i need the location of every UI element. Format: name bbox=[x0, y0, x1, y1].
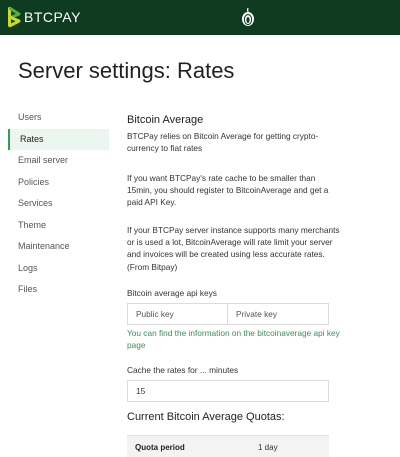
settings-sidebar: Users Rates Email server Policies Servic… bbox=[8, 107, 109, 301]
api-key-advice-paragraph: If you want BTCPay's rate cache to be sm… bbox=[127, 173, 329, 208]
sidebar-item-maintenance[interactable]: Maintenance bbox=[8, 236, 109, 258]
btcpay-logo-icon bbox=[8, 6, 21, 28]
description-paragraph: BTCPay relies on Bitcoin Average for get… bbox=[127, 131, 319, 154]
cache-minutes-label: Cache the rates for ... minutes bbox=[127, 365, 239, 375]
logo-text: BTCPAY bbox=[24, 9, 81, 25]
sidebar-item-logs[interactable]: Logs bbox=[8, 258, 109, 280]
sidebar-item-services[interactable]: Services bbox=[8, 193, 109, 215]
private-key-input[interactable] bbox=[228, 303, 329, 325]
rate-limit-warning-paragraph: If your BTCPay server instance supports … bbox=[127, 225, 340, 272]
api-key-hint: You can find the information on the bitc… bbox=[127, 327, 342, 351]
btcpay-logo[interactable]: BTCPAY bbox=[7, 6, 81, 28]
section-title: Bitcoin Average bbox=[127, 114, 204, 126]
sidebar-item-theme[interactable]: Theme bbox=[8, 215, 109, 237]
sidebar-item-users[interactable]: Users bbox=[8, 107, 109, 129]
quota-period-value: 1 day bbox=[258, 443, 278, 452]
sidebar-item-rates[interactable]: Rates bbox=[8, 128, 109, 150]
public-key-input[interactable] bbox=[127, 303, 228, 325]
cache-minutes-input[interactable] bbox=[127, 380, 329, 402]
top-navbar: BTCPAY bbox=[0, 0, 400, 35]
page-title: Server settings: Rates bbox=[18, 58, 235, 83]
sidebar-item-files[interactable]: Files bbox=[8, 279, 109, 301]
quotas-table: Quota period 1 day bbox=[127, 435, 329, 457]
quota-period-header: Quota period bbox=[135, 443, 185, 452]
api-keys-label: Bitcoin average api keys bbox=[127, 288, 217, 298]
tor-onion-icon[interactable] bbox=[241, 7, 255, 32]
api-keys-input-group bbox=[127, 303, 329, 325]
sidebar-item-email-server[interactable]: Email server bbox=[8, 150, 109, 172]
quotas-title: Current Bitcoin Average Quotas: bbox=[127, 411, 285, 423]
api-key-hint-text: You can find the information on the bbox=[127, 328, 258, 338]
sidebar-item-policies[interactable]: Policies bbox=[8, 172, 109, 194]
